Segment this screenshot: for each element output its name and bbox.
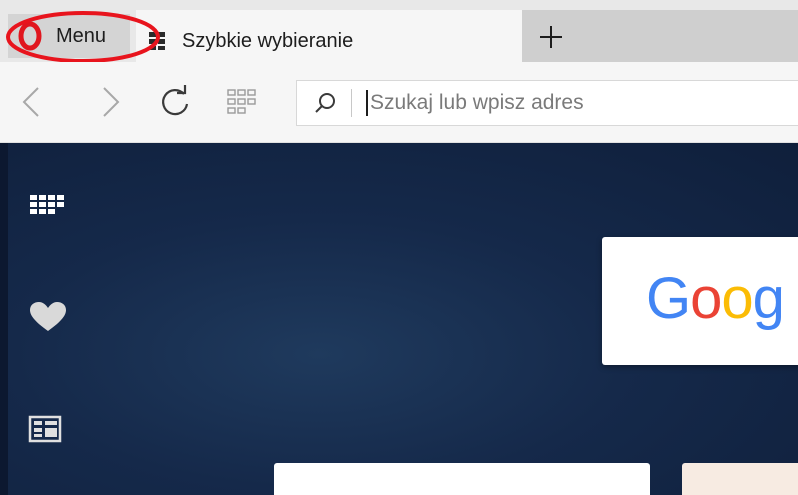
speed-dial-tile-google[interactable]: Goog — [602, 237, 798, 365]
tab-title: Szybkie wybieranie — [182, 29, 354, 52]
chevron-right-icon[interactable] — [90, 82, 130, 122]
grid-icon[interactable] — [222, 82, 262, 122]
speed-dial-tile[interactable] — [274, 463, 650, 495]
google-logo: Goog — [646, 265, 785, 332]
text-caret — [366, 90, 368, 116]
sidebar-edge — [0, 143, 8, 495]
heart-icon[interactable] — [28, 301, 68, 333]
google-letter: g — [752, 266, 785, 331]
google-letter: o — [721, 266, 753, 331]
address-divider — [351, 89, 352, 117]
address-input[interactable] — [370, 91, 790, 115]
speed-dial-tile[interactable] — [682, 463, 798, 495]
google-letter: G — [646, 266, 691, 331]
plus-icon[interactable] — [538, 24, 564, 50]
search-icon — [315, 93, 335, 113]
google-letter: o — [690, 266, 722, 331]
speed-dial-grid-icon — [149, 32, 165, 50]
opera-logo-icon — [18, 21, 42, 51]
address-bar[interactable] — [296, 80, 798, 126]
toolbar — [0, 62, 798, 143]
menu-label: Menu — [56, 24, 107, 47]
reload-icon[interactable] — [155, 82, 195, 122]
news-icon[interactable] — [28, 413, 68, 445]
chevron-left-icon[interactable] — [12, 82, 52, 122]
speed-dial-icon[interactable] — [28, 191, 68, 223]
speed-dial-page: Goog — [0, 143, 798, 495]
browser-window: Menu Szybkie wybieranie Szukaj lub wpisz… — [0, 0, 798, 495]
menu-button[interactable]: Menu — [8, 14, 130, 58]
new-tab-area — [522, 10, 798, 62]
